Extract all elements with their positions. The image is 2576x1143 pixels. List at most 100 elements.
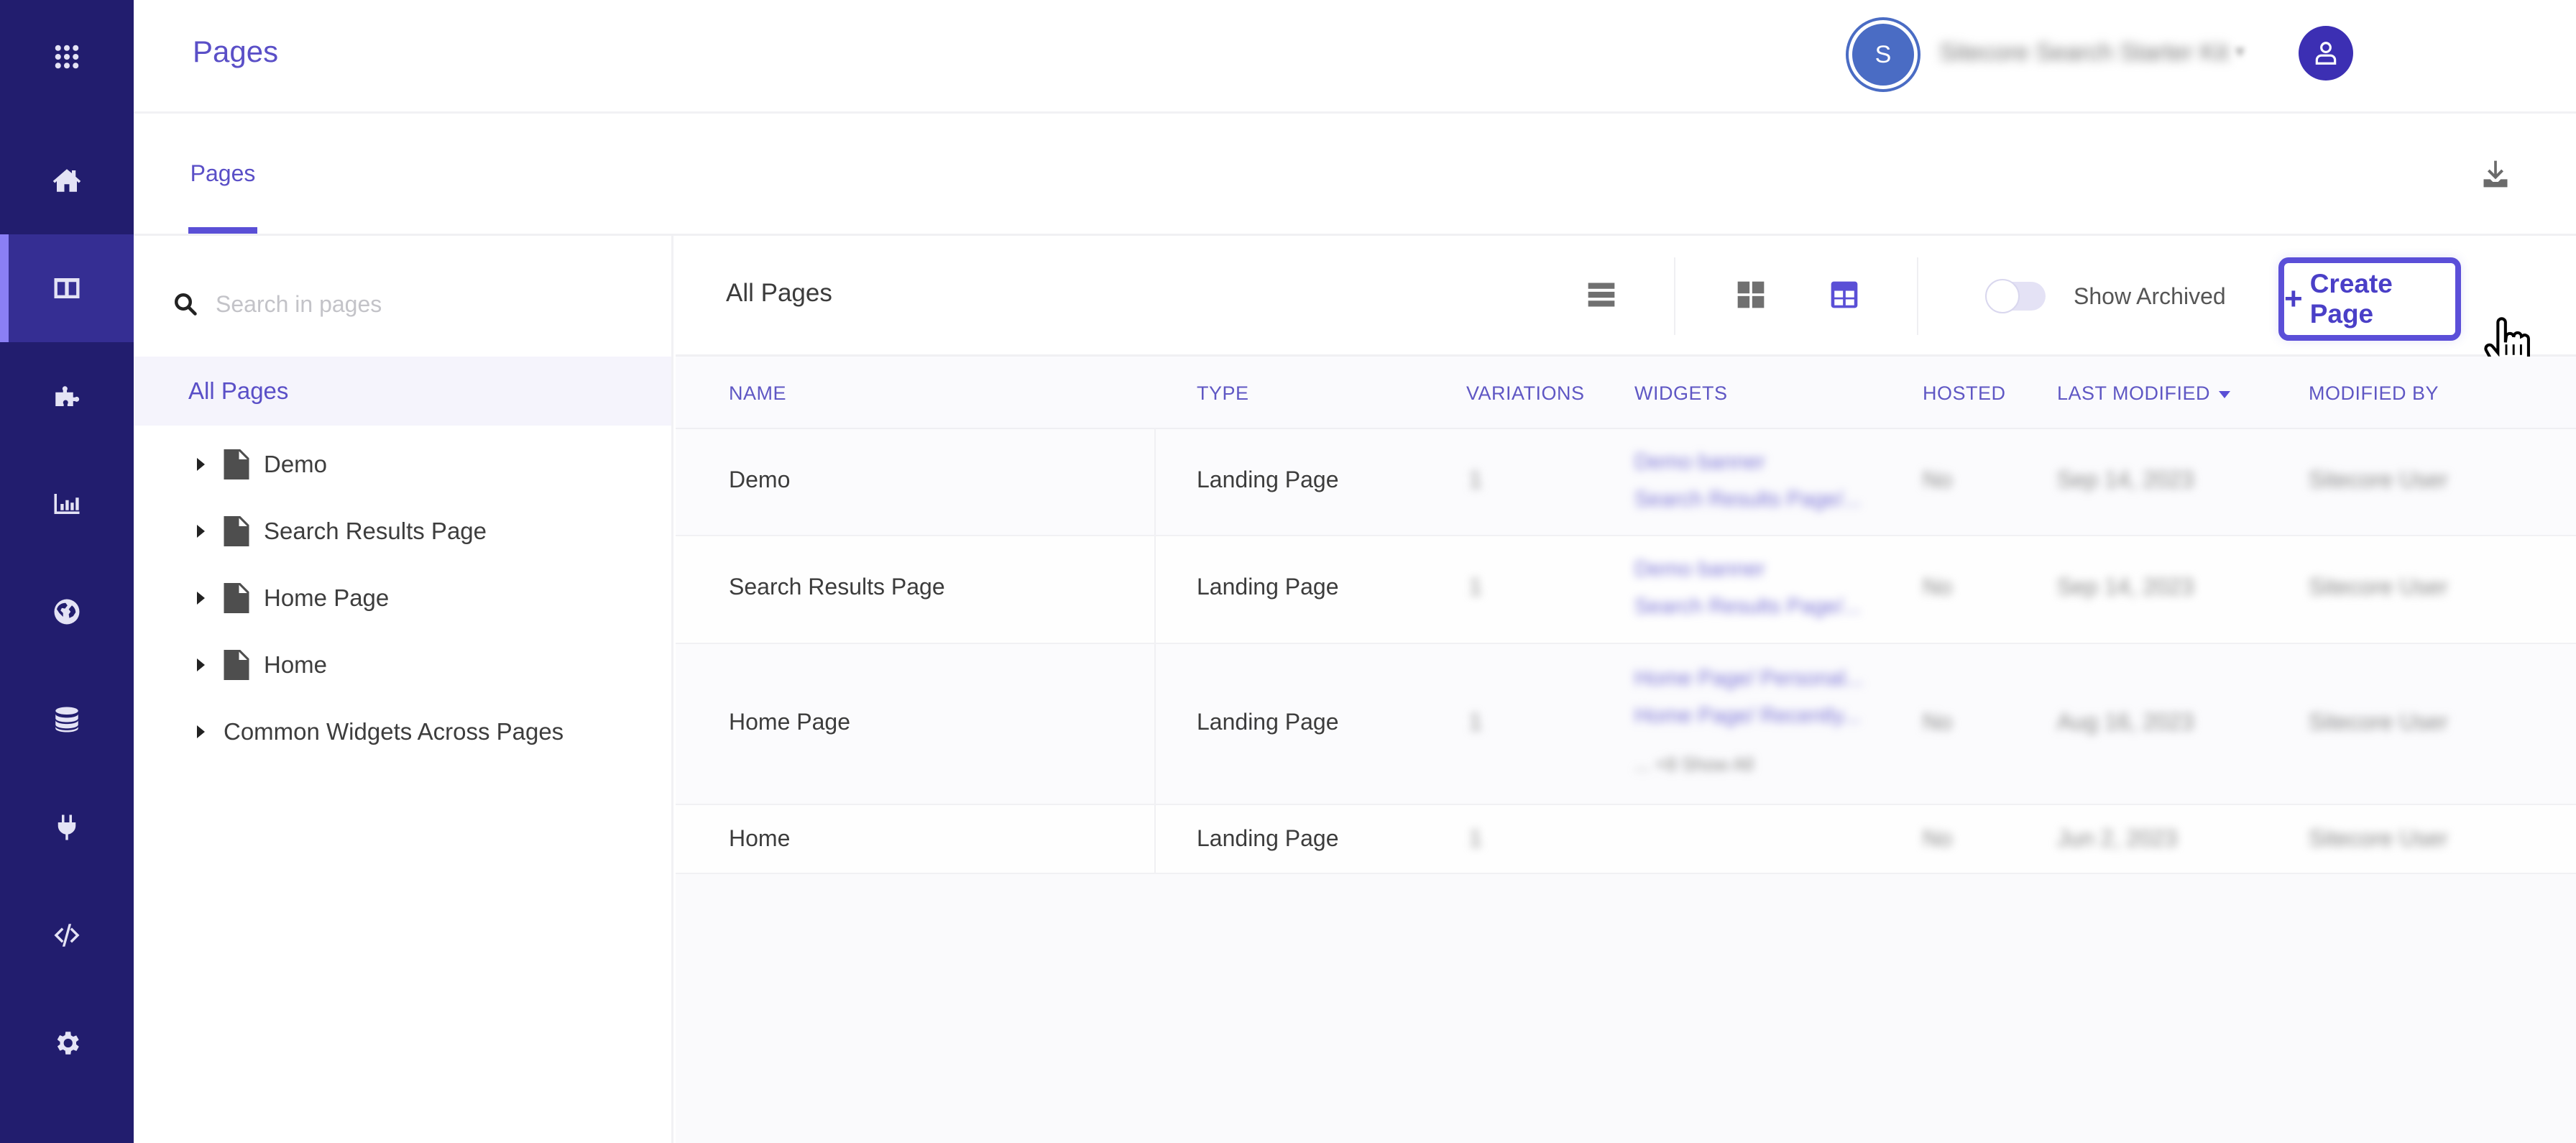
- widget-link[interactable]: Home Page/ Recently...: [1634, 697, 1864, 735]
- caret-right-icon[interactable]: [197, 658, 205, 671]
- org-switcher[interactable]: Sitecore Search Starter Kit: [1939, 39, 2229, 67]
- tree-item-label: Search Results Page: [264, 518, 487, 544]
- section-title: All Pages: [726, 279, 832, 307]
- caret-right-icon[interactable]: [197, 592, 205, 605]
- file-icon: [224, 583, 249, 613]
- column-header-variations[interactable]: VARIATIONS: [1466, 382, 1585, 405]
- caret-right-icon[interactable]: [197, 525, 205, 538]
- app-launcher-button[interactable]: [0, 3, 134, 111]
- cell-modified-by: Sitecore User: [2309, 574, 2448, 600]
- chevron-down-icon[interactable]: ▾: [2235, 40, 2245, 63]
- cell-type: Landing Page: [1197, 709, 1339, 735]
- table-row[interactable]: Demo Landing Page 1 Demo banner Search R…: [676, 429, 2576, 536]
- bar-chart-icon: [54, 494, 80, 514]
- puzzle-icon: [55, 386, 80, 406]
- column-divider: [1154, 644, 1156, 804]
- search-icon: [175, 293, 197, 316]
- list-view-icon: [1588, 283, 1615, 307]
- show-archived-label: Show Archived: [2074, 283, 2226, 309]
- widget-link[interactable]: Search Results Page/...: [1634, 481, 1861, 518]
- tree-item-label: Common Widgets Across Pages: [224, 718, 564, 745]
- column-header-name[interactable]: NAME: [729, 382, 786, 405]
- column-header-last-modified[interactable]: LAST MODIFIED: [2057, 382, 2231, 405]
- column-divider: [1154, 429, 1156, 535]
- sidebar-item-home[interactable]: [0, 127, 134, 234]
- gear-icon: [57, 1032, 79, 1055]
- cell-hosted: No: [1923, 467, 1952, 492]
- cell-last-modified: Sep 14, 2023: [2057, 574, 2194, 600]
- divider: [1674, 257, 1675, 335]
- table-row[interactable]: Home Page Landing Page 1 Home Page/ Pers…: [676, 644, 2576, 805]
- plug-icon: [58, 814, 76, 840]
- caret-right-icon[interactable]: [197, 458, 205, 471]
- sidebar: [0, 0, 134, 1143]
- sidebar-item-developer[interactable]: [0, 881, 134, 989]
- cell-name[interactable]: Search Results Page: [729, 574, 945, 600]
- globe-icon: [54, 599, 80, 625]
- sidebar-item-sources[interactable]: [0, 666, 134, 774]
- show-archived-toggle[interactable]: [1985, 279, 2046, 313]
- column-header-type[interactable]: TYPE: [1197, 382, 1249, 405]
- show-all-widgets-link[interactable]: ... +8 Show All: [1634, 753, 1753, 776]
- widget-link[interactable]: Home Page/ Personal...: [1634, 660, 1864, 697]
- grid-view-icon: [1737, 281, 1765, 308]
- tree-item[interactable]: Demo: [197, 443, 327, 486]
- cell-variations: 1: [1469, 574, 1482, 600]
- tree-item[interactable]: Search Results Page: [197, 510, 487, 553]
- tree-item[interactable]: Common Widgets Across Pages: [197, 710, 564, 753]
- column-divider: [1154, 536, 1156, 643]
- table-view-button[interactable]: [1828, 279, 1860, 311]
- tree-item-label: Home Page: [264, 584, 390, 611]
- user-menu-button[interactable]: [2299, 26, 2353, 81]
- tree-item[interactable]: Home Page: [197, 577, 389, 620]
- sidebar-item-pages[interactable]: [0, 234, 134, 342]
- plus-icon: +: [2284, 281, 2303, 316]
- sidebar-item-widgets[interactable]: [0, 342, 134, 450]
- cell-widgets: Home Page/ Personal... Home Page/ Recent…: [1634, 660, 1864, 735]
- sidebar-item-global[interactable]: [0, 558, 134, 666]
- tree-item-all-pages[interactable]: All Pages: [134, 357, 671, 426]
- column-header-last-modified-label: LAST MODIFIED: [2057, 382, 2211, 404]
- tabs-bar: Pages: [134, 114, 2576, 236]
- caret-right-icon[interactable]: [197, 725, 205, 738]
- sort-desc-icon: [2219, 390, 2231, 398]
- cell-modified-by: Sitecore User: [2309, 825, 2448, 851]
- create-page-button[interactable]: + Create Page: [2278, 257, 2461, 341]
- column-header-hosted[interactable]: HOSTED: [1923, 382, 2006, 405]
- user-icon: [2315, 42, 2337, 65]
- database-icon: [55, 707, 78, 733]
- column-header-widgets[interactable]: WIDGETS: [1634, 382, 1728, 405]
- widget-link[interactable]: Search Results Page/...: [1634, 588, 1861, 625]
- tree-item[interactable]: Home: [197, 643, 327, 687]
- list-view-button[interactable]: [1586, 279, 1617, 311]
- tree-item-label: Demo: [264, 451, 328, 477]
- tab-pages[interactable]: Pages: [188, 114, 257, 234]
- org-avatar[interactable]: S: [1849, 20, 1918, 89]
- file-icon: [224, 650, 249, 680]
- sidebar-item-analytics[interactable]: [0, 450, 134, 558]
- widget-link[interactable]: Demo banner: [1634, 551, 1861, 588]
- download-button[interactable]: [2480, 158, 2511, 190]
- widget-link[interactable]: Demo banner: [1634, 444, 1861, 481]
- search-pages-input[interactable]: [216, 290, 618, 318]
- org-avatar-letter: S: [1874, 40, 1892, 68]
- cell-type: Landing Page: [1197, 825, 1339, 851]
- page-title: Pages: [193, 35, 279, 68]
- table-row[interactable]: Search Results Page Landing Page 1 Demo …: [676, 536, 2576, 644]
- code-icon: [54, 924, 80, 947]
- cell-type: Landing Page: [1197, 467, 1339, 492]
- cell-widgets: Demo banner Search Results Page/...: [1634, 444, 1861, 518]
- cell-name[interactable]: Home: [729, 825, 790, 852]
- sidebar-item-integrations[interactable]: [0, 774, 134, 881]
- divider: [1917, 257, 1918, 335]
- table-header: NAME TYPE VARIATIONS WIDGETS HOSTED LAST…: [676, 357, 2576, 429]
- grid-view-button[interactable]: [1735, 279, 1767, 311]
- download-icon: [2483, 160, 2508, 188]
- table-view-icon: [1831, 281, 1858, 308]
- cell-name[interactable]: Demo: [729, 467, 790, 493]
- column-header-modified-by[interactable]: MODIFIED BY: [2309, 382, 2439, 405]
- sidebar-item-settings[interactable]: [0, 989, 134, 1097]
- table-row[interactable]: Home Landing Page 1 No Jun 2, 2023 Sitec…: [676, 805, 2576, 874]
- cell-name[interactable]: Home Page: [729, 709, 850, 735]
- toolbar: All Pages Show Archived + Create Page: [676, 236, 2576, 377]
